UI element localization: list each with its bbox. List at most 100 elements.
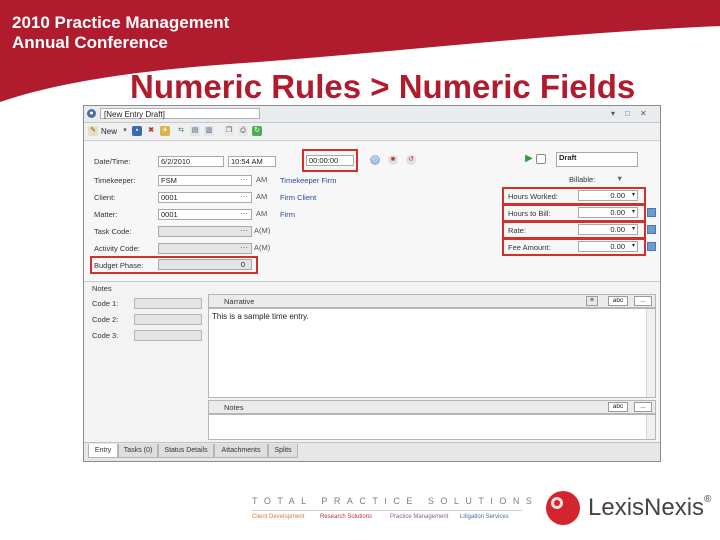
budget-phase-label: Budget Phase: [94,261,144,270]
minimize-icon[interactable]: ▾ [611,109,615,119]
code3-label: Code 3: [92,331,119,340]
lexisnexis-logo-icon [546,491,580,525]
code3-field[interactable] [134,330,202,341]
fee-amount-label: Fee Amount: [508,243,551,252]
timekeeper-field[interactable]: FSM [158,175,252,186]
delete-icon[interactable]: ✖ [146,126,156,136]
fee-amount-calculator-icon[interactable] [647,242,656,251]
rate-dropdown-icon[interactable]: ▾ [632,225,635,234]
hours-to-bill-field[interactable]: 0.00 ▾ [578,207,638,218]
start-timer-icon[interactable]: ◴ [370,155,380,165]
notes-more-button[interactable]: ... [634,402,652,412]
entry-form: Date/Time: 6/2/2010 10:54 AM 00:00:00 ◴ … [84,141,660,282]
client-field[interactable]: 0001 [158,192,252,203]
conference-title: 2010 Practice Management Annual Conferen… [12,13,229,53]
time-field[interactable]: 10:54 AM [228,156,276,167]
hours-to-bill-calculator-icon[interactable] [647,208,656,217]
matter-lookup-button[interactable]: ··· [240,209,248,218]
new-button[interactable]: New [101,127,117,136]
narrative-list-icon[interactable]: ≡ [586,296,598,306]
new-entry-icon[interactable]: ✎ [88,126,98,136]
notes-header [208,400,656,414]
narrative-more-button[interactable]: ... [634,296,652,306]
billable-label: Billable: [569,175,596,184]
client-code: AM [256,192,268,201]
budget-phase-field[interactable]: 0 [158,259,252,270]
stop-timer-icon[interactable]: ■ [388,155,398,165]
notes-textarea[interactable] [208,414,656,440]
narrative-spellcheck-button[interactable]: abc [608,296,628,306]
tab-status-details[interactable]: Status Details [158,444,214,458]
task-lookup-button[interactable]: ··· [240,226,248,235]
rate-calculator-icon[interactable] [647,225,656,234]
timekeeper-link[interactable]: Timekeeper Firm [280,176,336,185]
footer-litigation-services: Litigation Services [460,514,509,520]
conference-title-line2: Annual Conference [12,33,168,52]
narrative-scrollbar[interactable] [646,309,655,397]
date-field[interactable]: 6/2/2010 [158,156,224,167]
billable-arrow-icon[interactable]: ▼ [616,174,623,183]
close-icon[interactable]: ✕ [640,109,647,119]
fee-amount-dropdown-icon[interactable]: ▾ [632,242,635,251]
hours-worked-field[interactable]: 0.00 ▾ [578,190,638,201]
hours-worked-value: 0.00 [610,191,625,200]
task-code-field[interactable] [158,226,252,237]
clipboard-icon[interactable]: ▥ [204,126,214,136]
client-link[interactable]: Firm Client [280,193,316,202]
code2-field[interactable] [134,314,202,325]
narrative-textarea[interactable]: This is a sample time entry. [208,308,656,398]
client-label: Client: [94,193,116,202]
notes-label: Notes [224,403,244,412]
entry-window: ● [New Entry Draft] ▾ □ ✕ ✎ New ▾ ▪ ✖ ✈ … [83,105,661,462]
window-titlebar: ● [New Entry Draft] ▾ □ ✕ [84,106,660,123]
hours-worked-dropdown-icon[interactable]: ▾ [632,191,635,200]
activity-code-field[interactable] [158,243,252,254]
client-lookup-button[interactable]: ··· [240,192,248,201]
refresh-icon[interactable]: ↻ [252,126,262,136]
code1-label: Code 1: [92,299,119,308]
rate-value: 0.00 [610,225,625,234]
activity-code-indicator: A(M) [254,243,271,252]
draft-status-field: Draft [556,152,638,167]
post-icon[interactable]: ✈ [160,126,170,136]
activity-lookup-button[interactable]: ··· [240,243,248,252]
copy-entry-icon[interactable]: ⇆ [176,126,186,136]
task-code-indicator: A(M) [254,226,271,235]
paste-icon[interactable]: ▤ [190,126,200,136]
dropdown-arrow-icon[interactable]: ▾ [120,126,130,136]
main-toolbar: ✎ New ▾ ▪ ✖ ✈ ⇆ ▤ ▥ ❐ ⎙ ↻ [84,123,660,141]
hours-worked-label: Hours Worked: [508,192,558,201]
rate-field[interactable]: 0.00 ▾ [578,224,638,235]
hours-to-bill-value: 0.00 [610,208,625,217]
brand-name: LexisNexis [588,494,705,521]
timekeeper-lookup-button[interactable]: ··· [240,175,248,184]
lexisnexis-wordmark: LexisNexis® [588,494,711,522]
draft-checkbox[interactable] [536,154,546,164]
restore-icon[interactable]: □ [625,109,630,119]
tab-tasks[interactable]: Tasks (0) [118,444,158,458]
notes-scrollbar[interactable] [646,415,655,439]
narrative-label: Narrative [224,297,255,306]
reset-timer-icon[interactable]: ↺ [406,155,416,165]
footer-client-development: Client Development [252,514,305,520]
print-icon[interactable]: ⎙ [238,126,248,136]
matter-field[interactable]: 0001 [158,209,252,220]
tab-splits[interactable]: Splits [268,444,298,458]
notes-spellcheck-button[interactable]: abc [608,402,628,412]
notes-section: Notes Code 1: Code 2: Code 3: Narrative … [84,282,660,442]
notes-section-title: Notes [92,284,112,293]
timer-field[interactable]: 00:00:00 [306,155,354,166]
hours-to-bill-dropdown-icon[interactable]: ▾ [632,208,635,217]
tab-entry[interactable]: Entry [88,444,118,458]
code1-field[interactable] [134,298,202,309]
play-icon[interactable]: ▶ [524,154,534,164]
duplicate-icon[interactable]: ❐ [224,126,234,136]
matter-link[interactable]: Firm [280,210,295,219]
save-icon[interactable]: ▪ [132,126,142,136]
timekeeper-code: AM [256,175,268,184]
date-time-label: Date/Time: [94,157,131,166]
rate-label: Rate: [508,226,526,235]
tab-attachments[interactable]: Attachments [214,444,268,458]
fee-amount-field[interactable]: 0.00 ▾ [578,241,638,252]
task-code-label: Task Code: [94,227,132,236]
